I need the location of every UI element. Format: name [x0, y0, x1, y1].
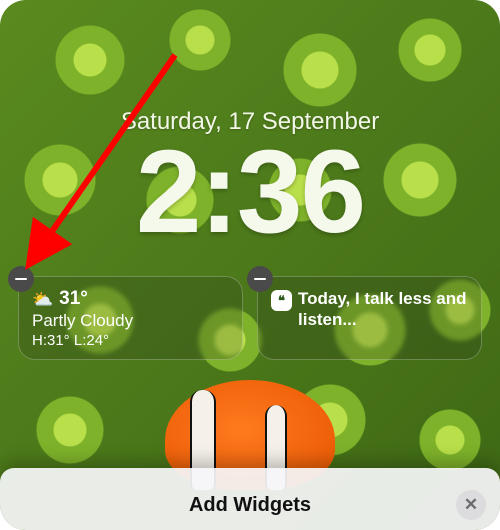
weather-hilo: H:31° L:24° [32, 332, 229, 349]
add-widgets-sheet[interactable]: Add Widgets ✕ [0, 468, 500, 530]
weather-widget[interactable]: ⛅ 31° Partly Cloudy H:31° L:24° [18, 276, 243, 360]
lock-screen: Saturday, 17 September 2:36 ⛅ 31° Partly… [0, 0, 500, 530]
quote-widget[interactable]: ❝ Today, I talk less and listen... [257, 276, 482, 360]
sheet-title: Add Widgets [189, 494, 311, 517]
weather-temperature: 31° [59, 288, 88, 310]
weather-condition: Partly Cloudy [32, 311, 229, 331]
time-label[interactable]: 2:36 [0, 128, 500, 258]
remove-widget-button[interactable] [8, 266, 34, 292]
close-icon[interactable]: ✕ [456, 490, 486, 520]
weather-icon: ⛅ [32, 291, 53, 308]
quote-text: Today, I talk less and listen... [298, 288, 468, 331]
quote-icon: ❝ [271, 290, 292, 311]
widget-row: ⛅ 31° Partly Cloudy H:31° L:24° ❝ Today,… [18, 276, 482, 360]
remove-widget-button[interactable] [247, 266, 273, 292]
